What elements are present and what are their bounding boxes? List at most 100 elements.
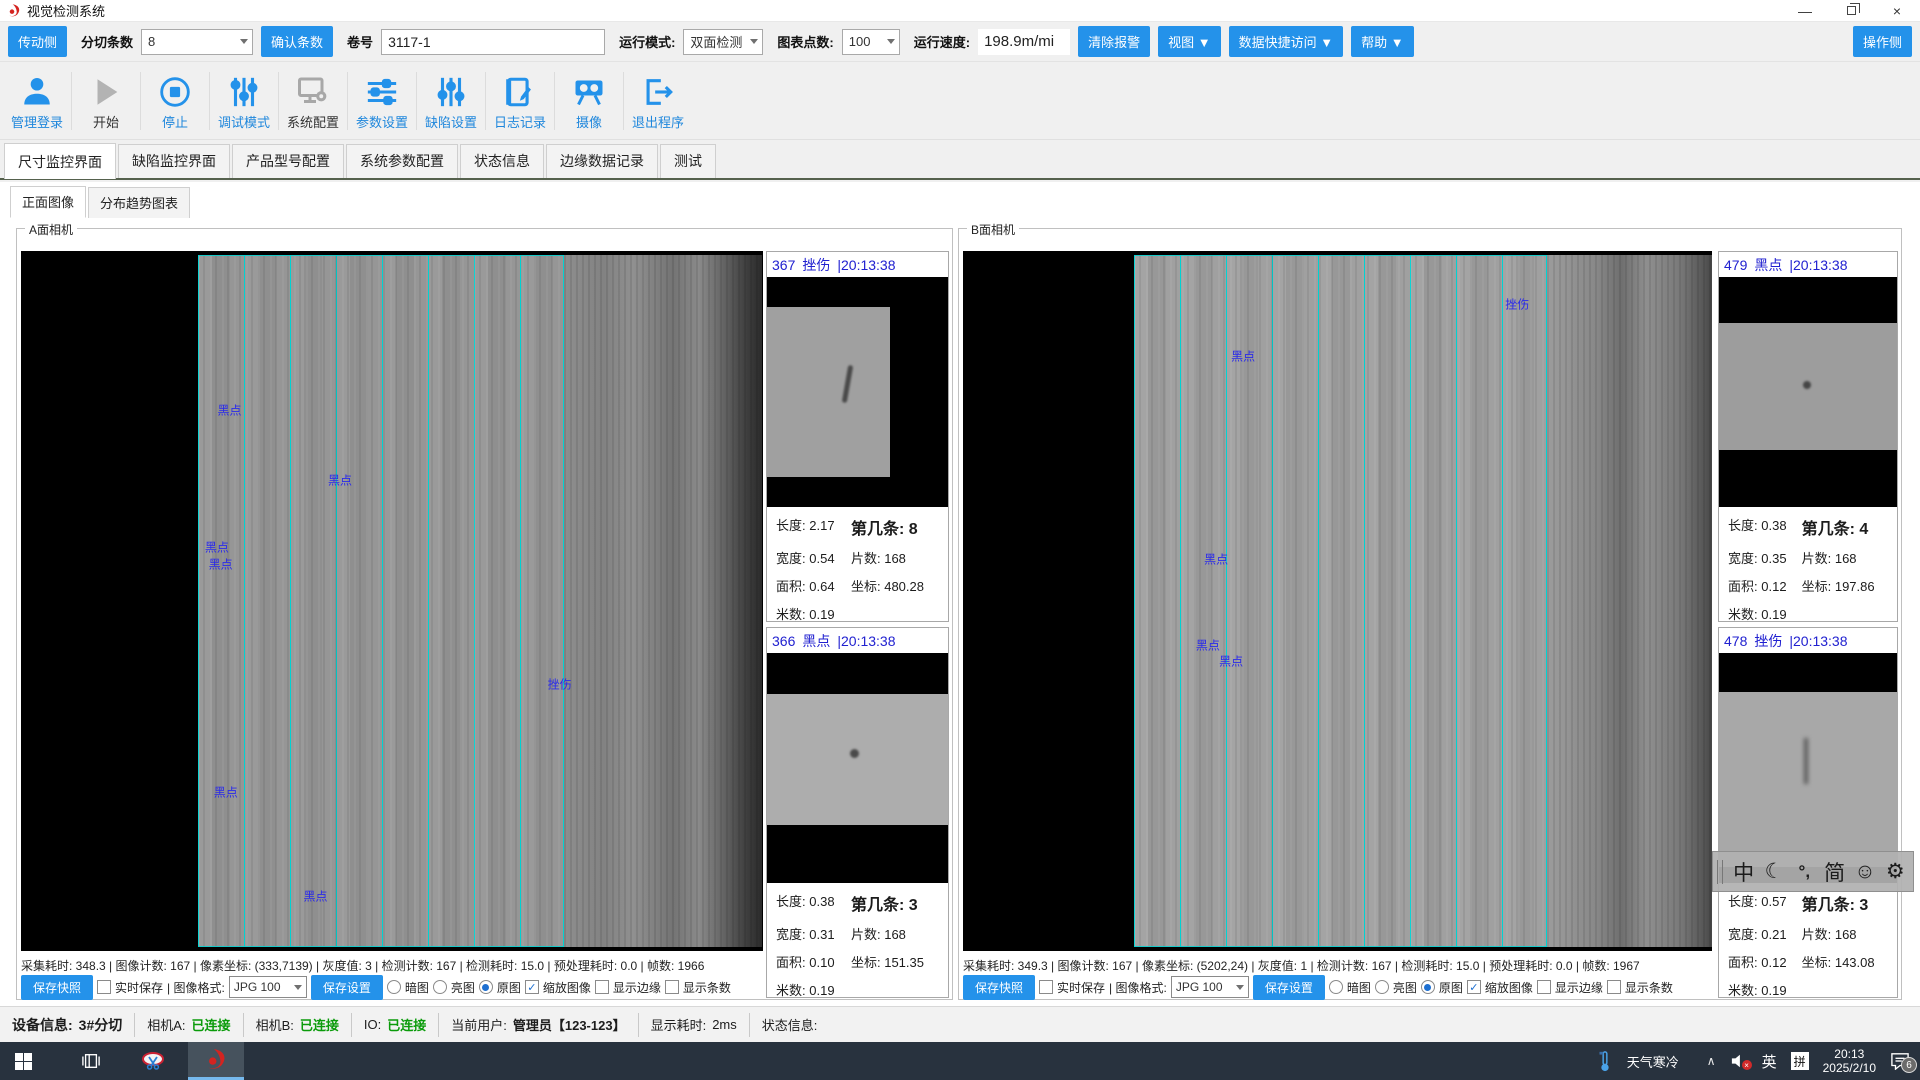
defect-thumbnail[interactable] [767,277,948,507]
hidden-icons-chevron[interactable]: ∧ [1707,1054,1716,1068]
clear-alarm-button[interactable]: 清除报警 [1078,26,1150,57]
inspection-app-taskbar-button[interactable] [188,1042,244,1080]
ime-punctuation-toggle[interactable]: °, [1791,862,1818,882]
save-settings-button[interactable]: 保存设置 [1253,975,1325,1000]
tab-defect-monitor[interactable]: 缺陷监控界面 [118,144,230,178]
task-view-button[interactable] [68,1042,114,1080]
weather-text[interactable]: 天气寒冷 [1627,1052,1679,1071]
volume-muted-icon[interactable]: × [1730,1053,1748,1069]
ime-drag-handle[interactable] [1717,860,1723,884]
language-indicator[interactable]: 英 [1762,1051,1777,1072]
strip-value: 4 [1859,521,1868,538]
show-edge-checkbox[interactable] [1537,980,1551,994]
parameter-settings-button[interactable]: 参数设置 [351,71,413,131]
operator-side-button[interactable]: 操作侧 [1853,26,1912,57]
exit-program-button[interactable]: 退出程序 [627,71,689,131]
tab-size-monitor[interactable]: 尺寸监控界面 [4,143,116,179]
defect-time: |20:13:38 [1789,633,1847,649]
ime-indicator[interactable]: 拼 [1791,1052,1809,1070]
original-image-radio[interactable] [479,980,493,994]
system-config-button[interactable]: 系统配置 [282,71,344,131]
snipping-tool-button[interactable] [130,1042,176,1080]
app-logo-icon [6,3,22,19]
defect-header[interactable]: 366 黑点 |20:13:38 [767,628,948,653]
ime-settings-gear-icon[interactable]: ⚙ [1882,859,1909,884]
dark-image-radio[interactable] [387,980,401,994]
dark-image-radio[interactable] [1329,980,1343,994]
run-mode-select[interactable]: 双面检测 [683,29,763,55]
sub-tab-bar: 正面图像 分布趋势图表 [0,182,1920,218]
start-button[interactable]: 开始 [75,71,137,131]
original-image-label: 原图 [497,979,521,996]
realtime-save-checkbox[interactable] [97,980,111,994]
ime-chinese-mode[interactable]: 中 [1730,857,1757,887]
tab-system-parameter-config[interactable]: 系统参数配置 [346,144,458,178]
drive-side-button[interactable]: 传动侧 [8,26,67,57]
subtab-front-image[interactable]: 正面图像 [10,186,86,218]
exit-icon [641,71,675,109]
show-edge-checkbox[interactable] [595,980,609,994]
log-record-button[interactable]: 日志记录 [489,71,551,131]
zoom-image-checkbox[interactable] [525,980,539,994]
web-strips-segmented [198,255,565,947]
action-center-button[interactable]: 6 [1890,1052,1910,1070]
strip-count-select[interactable]: 8 [141,29,253,55]
confirm-strips-button[interactable]: 确认条数 [261,26,333,57]
icon-toolbar: 管理登录 开始 停止 调试模式 系统配置 参数设置 缺陷设置 [0,62,1920,140]
chart-points-select[interactable]: 100 [842,29,900,55]
admin-login-button[interactable]: 管理登录 [6,71,68,131]
roll-number-input[interactable] [381,29,605,55]
camera-a-image[interactable]: 黑点黑点黑点黑点挫伤黑点黑点 [21,251,763,951]
tab-product-model-config[interactable]: 产品型号配置 [232,144,344,178]
defect-header[interactable]: 367 挫伤 |20:13:38 [767,252,948,277]
bright-image-radio[interactable] [1375,980,1389,994]
image-format-value: JPG 100 [1176,980,1223,994]
original-image-radio[interactable] [1421,980,1435,994]
width-label: 宽度: [776,551,806,566]
camera-icon [571,71,607,109]
start-button[interactable] [0,1042,46,1080]
realtime-save-checkbox[interactable] [1039,980,1053,994]
defect-thumbnail[interactable] [1719,653,1897,883]
defect-type: 黑点 [802,631,830,651]
bright-image-radio[interactable] [433,980,447,994]
ime-moon-icon[interactable]: ☾ [1760,859,1787,884]
show-strips-checkbox[interactable] [665,980,679,994]
capture-button[interactable]: 摄像 [558,71,620,131]
defect-thumbnail[interactable] [767,653,948,883]
image-format-select[interactable]: JPG 100 [229,976,307,998]
maximize-button[interactable] [1828,0,1874,22]
debug-mode-button[interactable]: 调试模式 [213,71,275,131]
defect-overlay-label: 挫伤 [548,675,572,692]
width-value: 0.31 [809,927,834,942]
view-menu-button[interactable]: 视图 ▼ [1158,26,1220,57]
defect-info: 长度: 2.17 第几条: 8 宽度: 0.54 片数: 168 面积: 0.6… [767,507,948,623]
tab-edge-data-record[interactable]: 边缘数据记录 [546,144,658,178]
save-settings-button[interactable]: 保存设置 [311,975,383,1000]
ime-simplified-toggle[interactable]: 简 [1821,857,1848,887]
save-snapshot-button[interactable]: 保存快照 [963,975,1035,1000]
help-menu-button[interactable]: 帮助 ▼ [1351,26,1413,57]
ime-emoji-icon[interactable]: ☺ [1851,860,1878,884]
defect-header[interactable]: 479 黑点 |20:13:38 [1719,252,1897,277]
defect-id: 478 [1724,633,1747,649]
defect-time: |20:13:38 [837,633,895,649]
taskbar-clock[interactable]: 20:13 2025/2/10 [1823,1047,1876,1075]
minimize-button[interactable]: — [1782,0,1828,22]
camera-b-image[interactable]: 挫伤黑点黑点黑点黑点 [963,251,1712,951]
stop-button[interactable]: 停止 [144,71,206,131]
defect-header[interactable]: 478 挫伤 |20:13:38 [1719,628,1897,653]
save-snapshot-button[interactable]: 保存快照 [21,975,93,1000]
image-format-select[interactable]: JPG 100 [1171,976,1249,998]
data-quick-access-button[interactable]: 数据快捷访问 ▼ [1229,26,1343,57]
defect-thumbnail[interactable] [1719,277,1897,507]
defect-settings-button[interactable]: 缺陷设置 [420,71,482,131]
zoom-image-checkbox[interactable] [1467,980,1481,994]
show-strips-checkbox[interactable] [1607,980,1621,994]
thermometer-icon[interactable] [1597,1050,1613,1072]
tab-status-info[interactable]: 状态信息 [460,144,544,178]
subtab-distribution-trend[interactable]: 分布趋势图表 [88,187,190,218]
device-info-segment: 设备信息: 3#分切 [0,1013,135,1037]
close-button[interactable]: × [1874,0,1920,22]
tab-test[interactable]: 测试 [660,144,716,178]
